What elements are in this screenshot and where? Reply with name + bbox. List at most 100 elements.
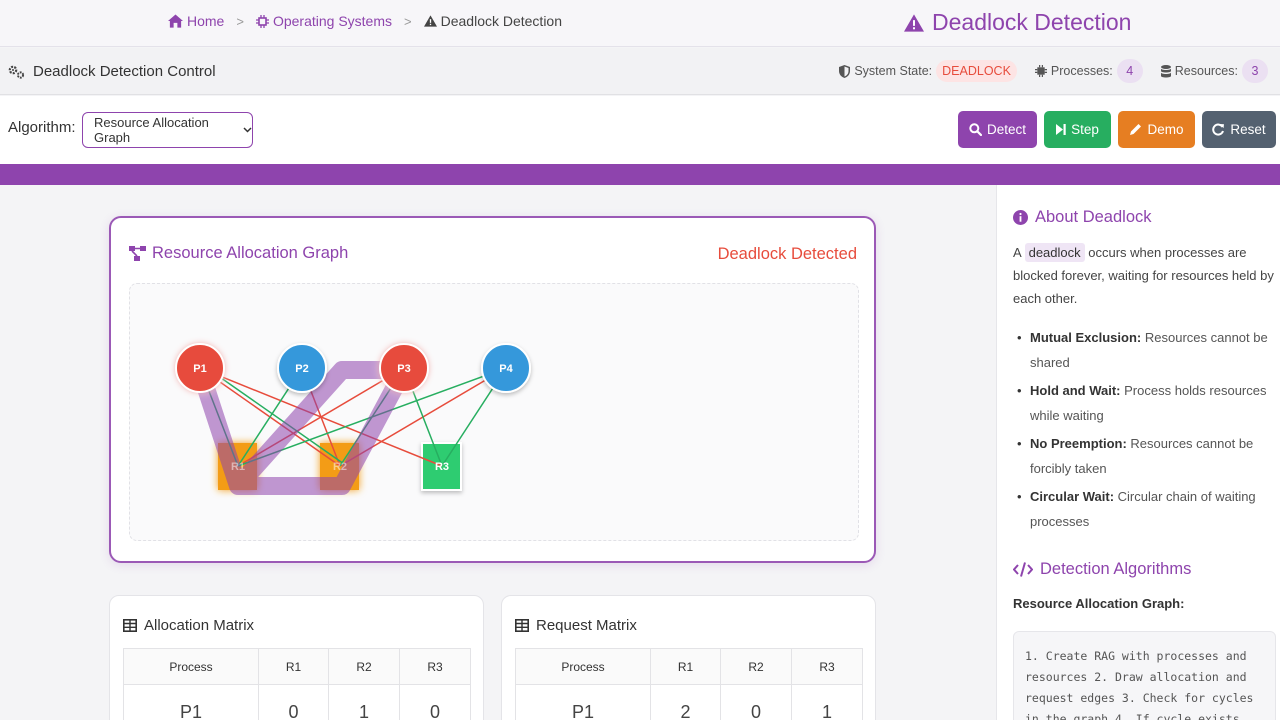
table-cell: P1 bbox=[515, 684, 651, 720]
column-header: R1 bbox=[258, 648, 329, 685]
database-icon bbox=[1160, 64, 1171, 78]
algorithm-name: Resource Allocation Graph: bbox=[1013, 596, 1185, 611]
breadcrumb-home[interactable]: Home bbox=[168, 13, 224, 29]
graph-card: Resource Allocation Graph Deadlock Detec… bbox=[109, 216, 876, 563]
breadcrumb-current: Deadlock Detection bbox=[423, 13, 563, 29]
condition-name: Circular Wait: bbox=[1030, 489, 1115, 504]
system-state-label: System State: bbox=[854, 64, 933, 78]
resources-count-badge: 3 bbox=[1242, 59, 1268, 83]
algorithm-bar: Algorithm: Resource Allocation Graph Det… bbox=[0, 96, 1280, 164]
detect-button-label: Detect bbox=[986, 122, 1027, 137]
table-cell: 1 bbox=[328, 684, 400, 720]
breadcrumb-home-label: Home bbox=[187, 13, 225, 29]
process-label-p2: P2 bbox=[295, 363, 308, 375]
list-item: Mutual Exclusion: Resources cannot be sh… bbox=[1017, 325, 1275, 375]
algorithm-selected-value: Resource Allocation Graph bbox=[94, 115, 209, 145]
column-header: Process bbox=[123, 648, 259, 685]
about-prefix: A bbox=[1013, 245, 1021, 260]
table-cell: 2 bbox=[650, 684, 721, 720]
step-button-label: Step bbox=[1071, 122, 1099, 137]
breadcrumb-section-label: Operating Systems bbox=[272, 13, 393, 29]
project-diagram-icon bbox=[129, 246, 146, 261]
request-matrix-card: Request Matrix Process R1 R2 R3 P1 2 0 1 bbox=[501, 595, 876, 720]
column-header: Process bbox=[515, 648, 651, 685]
breadcrumb-separator: > bbox=[404, 13, 412, 29]
breadcrumb: Home > Operating Systems > Deadlock Dete… bbox=[168, 13, 562, 29]
table-cell: P1 bbox=[123, 684, 259, 720]
column-header: R2 bbox=[328, 648, 400, 685]
processes-count-badge: 4 bbox=[1116, 59, 1143, 83]
resources-label: Resources: bbox=[1174, 64, 1238, 78]
chevron-down-icon bbox=[243, 127, 252, 133]
process-label-p4: P4 bbox=[499, 363, 513, 375]
request-matrix-title: Request Matrix bbox=[515, 617, 637, 634]
page-title-text: Deadlock Detection bbox=[932, 9, 1132, 35]
reset-button[interactable]: Reset bbox=[1202, 111, 1276, 148]
breadcrumb-operating-systems[interactable]: Operating Systems bbox=[255, 13, 393, 29]
resources-stat: Resources: 3 bbox=[1160, 59, 1268, 83]
request-matrix-table: Process R1 R2 R3 P1 2 0 1 bbox=[515, 648, 863, 720]
system-state-badge: DEADLOCK bbox=[936, 60, 1017, 82]
algorithm-steps: 1. Create RAG with processes and resourc… bbox=[1013, 631, 1276, 720]
demo-button[interactable]: Demo bbox=[1118, 111, 1195, 148]
detect-button[interactable]: Detect bbox=[958, 111, 1037, 148]
breadcrumb-separator: > bbox=[236, 13, 244, 29]
resource-label-r1: R1 bbox=[231, 461, 245, 473]
table-cell: 0 bbox=[399, 684, 471, 720]
list-item: No Preemption: Resources cannot be forci… bbox=[1017, 431, 1275, 481]
allocation-matrix-table: Process R1 R2 R3 P1 0 1 0 bbox=[123, 648, 471, 720]
chip-icon bbox=[1034, 65, 1047, 77]
algorithm-select[interactable]: Resource Allocation Graph bbox=[82, 112, 253, 148]
pencil-icon bbox=[1129, 123, 1142, 136]
table-icon bbox=[515, 619, 529, 632]
search-icon bbox=[969, 123, 982, 136]
control-title: Deadlock Detection Control bbox=[8, 63, 216, 80]
step-forward-icon bbox=[1056, 124, 1066, 135]
column-header: R3 bbox=[399, 648, 471, 685]
table-cell: 0 bbox=[720, 684, 792, 720]
action-buttons: Detect Step Demo Reset bbox=[958, 111, 1276, 148]
about-description: A deadlock occurs when processes are blo… bbox=[1013, 241, 1275, 310]
deadlock-keyword: deadlock bbox=[1024, 243, 1085, 262]
condition-name: No Preemption: bbox=[1030, 436, 1127, 451]
deadlock-status: Deadlock Detected bbox=[717, 245, 857, 263]
process-label-p1: P1 bbox=[193, 363, 206, 375]
shield-icon bbox=[839, 64, 851, 78]
deadlock-conditions-list: Mutual Exclusion: Resources cannot be sh… bbox=[1017, 325, 1275, 537]
algorithm-label: Algorithm: bbox=[8, 119, 76, 136]
control-title-text: Deadlock Detection Control bbox=[33, 63, 216, 80]
processes-label: Processes: bbox=[1050, 64, 1113, 78]
list-item: Circular Wait: Circular chain of waiting… bbox=[1017, 484, 1275, 534]
column-header: R1 bbox=[650, 648, 721, 685]
graph-card-title-text: Resource Allocation Graph bbox=[152, 244, 349, 262]
table-icon bbox=[123, 619, 137, 632]
breadcrumb-current-label: Deadlock Detection bbox=[440, 13, 563, 29]
code-icon bbox=[1013, 562, 1033, 577]
gears-icon bbox=[8, 65, 25, 79]
column-header: R2 bbox=[720, 648, 792, 685]
processes-stat: Processes: 4 bbox=[1034, 59, 1143, 83]
condition-name: Mutual Exclusion: bbox=[1030, 330, 1142, 345]
process-label-p3: P3 bbox=[397, 363, 410, 375]
about-heading: About Deadlock bbox=[1013, 208, 1152, 227]
column-header: R3 bbox=[791, 648, 863, 685]
warning-icon bbox=[904, 13, 924, 32]
redo-icon bbox=[1212, 123, 1225, 136]
allocation-matrix-card: Allocation Matrix Process R1 R2 R3 P1 0 … bbox=[109, 595, 484, 720]
about-heading-text: About Deadlock bbox=[1035, 208, 1152, 226]
demo-button-label: Demo bbox=[1147, 122, 1184, 137]
reset-button-label: Reset bbox=[1230, 122, 1266, 137]
allocation-matrix-title: Allocation Matrix bbox=[123, 617, 254, 634]
page-title: Deadlock Detection bbox=[904, 9, 1131, 36]
table-row: P1 0 1 0 bbox=[123, 684, 471, 720]
status-group: System State: DEADLOCK Processes: 4 Reso… bbox=[839, 59, 1268, 83]
request-matrix-title-text: Request Matrix bbox=[536, 617, 637, 634]
system-state: System State: DEADLOCK bbox=[839, 60, 1017, 82]
step-button[interactable]: Step bbox=[1044, 111, 1111, 148]
accent-strip bbox=[0, 164, 1280, 185]
info-sidebar: About Deadlock A deadlock occurs when pr… bbox=[996, 185, 1280, 720]
condition-name: Hold and Wait: bbox=[1030, 383, 1121, 398]
top-bar: Home > Operating Systems > Deadlock Dete… bbox=[0, 0, 1280, 47]
graph-canvas[interactable]: P1 P2 P3 P4 R1 R2 R3 bbox=[129, 283, 859, 541]
control-bar: Deadlock Detection Control System State:… bbox=[0, 48, 1280, 95]
